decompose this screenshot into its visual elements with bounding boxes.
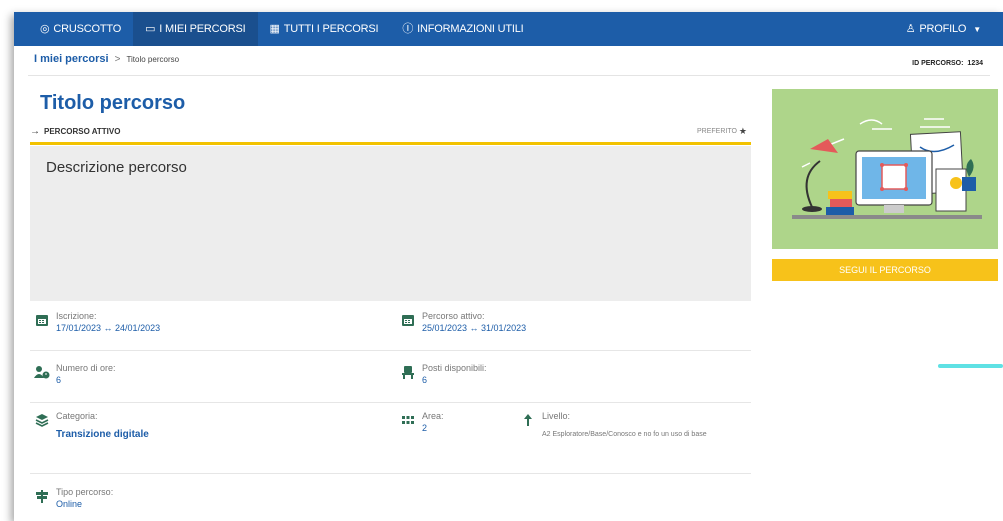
posti-label: Posti disponibili:: [422, 363, 487, 373]
field-categoria: Categoria: Transizione digitale: [34, 410, 149, 441]
nav-miei-percorsi[interactable]: ▭ I MIEI PERCORSI: [133, 12, 258, 46]
user-icon: ♙: [905, 22, 916, 35]
scroll-indicator: [938, 364, 1003, 368]
status-label: PERCORSO ATTIVO: [44, 127, 121, 136]
id-percorso-value: 1234: [967, 60, 983, 67]
nav-tutti-percorsi-label: TUTTI I PERCORSI: [283, 23, 379, 35]
info-icon: ⓘ: [402, 22, 414, 35]
numero-ore-label: Numero di ore:: [56, 363, 116, 373]
dashboard-icon: ◎: [40, 22, 50, 35]
favorite-label: PREFERITO: [696, 128, 737, 135]
livello-label: Livello:: [542, 411, 571, 421]
nav-cruscotto[interactable]: ◎ CRUSCOTTO: [14, 12, 133, 46]
monitor-icon: ▭: [145, 22, 156, 35]
level-arrow-icon: [520, 412, 536, 428]
categoria-label: Categoria:: [56, 411, 98, 421]
signpost-icon: [34, 488, 50, 504]
people-clock-icon: [34, 364, 50, 380]
status-row: → PERCORSO ATTIVO PREFERITO ★: [30, 121, 751, 145]
course-illustration: [772, 89, 998, 249]
arrow-right-icon: →: [30, 126, 40, 137]
nav-miei-percorsi-label: I MIEI PERCORSI: [159, 23, 246, 35]
description-box: Descrizione percorso: [30, 146, 751, 301]
field-numero-ore: Numero di ore: 6: [34, 362, 116, 387]
status-badge: → PERCORSO ATTIVO: [30, 126, 120, 137]
nav-tutti-percorsi[interactable]: ▦ TUTTI I PERCORSI: [258, 12, 391, 46]
nav-informazioni-utili[interactable]: ⓘ INFORMAZIONI UTILI: [390, 12, 535, 46]
divider: [28, 75, 990, 76]
field-tipo-percorso: Tipo percorso: Online: [34, 486, 113, 511]
calendar-icon: [34, 312, 50, 328]
top-nav: ◎ CRUSCOTTO ▭ I MIEI PERCORSI ▦ TUTTI I …: [14, 12, 1003, 46]
posti-value: 6: [422, 375, 428, 385]
desk-illustration-icon: [792, 118, 982, 219]
numero-ore-value: 6: [56, 375, 62, 385]
row-divider: [30, 350, 751, 351]
field-area: Area: 2: [400, 410, 444, 435]
area-label: Area:: [422, 411, 444, 421]
nav-informazioni-utili-label: INFORMAZIONI UTILI: [417, 23, 524, 35]
categoria-value: Transizione digitale: [56, 429, 149, 440]
page-title: Titolo percorso: [40, 92, 186, 114]
row-divider: [30, 402, 751, 403]
profile-label: PROFILO: [919, 23, 967, 35]
star-icon: ★: [738, 126, 747, 136]
breadcrumb-current: Titolo percorso: [126, 55, 180, 64]
iscrizione-label: Iscrizione:: [56, 311, 97, 321]
row-divider: [30, 473, 751, 474]
seat-icon: [400, 364, 416, 380]
id-percorso-label: ID PERCORSO:: [912, 60, 964, 67]
breadcrumb: I miei percorsi > Titolo percorso: [34, 53, 179, 65]
field-livello: Livello: A2 Esploratore/Base/Conosco e n…: [520, 410, 732, 440]
field-posti: Posti disponibili: 6: [400, 362, 487, 387]
breadcrumb-link-miei-percorsi[interactable]: I miei percorsi: [34, 53, 109, 65]
apps-icon: [400, 412, 416, 428]
favorite-toggle[interactable]: PREFERITO ★: [697, 126, 751, 137]
field-iscrizione: Iscrizione: 17/01/2023 ↔ 24/01/2023: [34, 310, 160, 335]
id-percorso: ID PERCORSO: 1234: [912, 60, 983, 67]
iscrizione-value: 17/01/2023 ↔ 24/01/2023: [56, 323, 161, 333]
page-frame: ◎ CRUSCOTTO ▭ I MIEI PERCORSI ▦ TUTTI I …: [14, 12, 1003, 521]
tipo-label: Tipo percorso:: [56, 487, 114, 497]
tipo-value: Online: [56, 499, 83, 509]
calendar-icon: [400, 312, 416, 328]
field-percorso-attivo: Percorso attivo: 25/01/2023 ↔ 31/01/2023: [400, 310, 526, 335]
area-value: 2: [422, 423, 428, 433]
percorso-attivo-label: Percorso attivo:: [422, 311, 485, 321]
livello-value: A2 Esploratore/Base/Conosco e no fo un u…: [542, 431, 707, 438]
nav-cruscotto-label: CRUSCOTTO: [53, 23, 122, 35]
profile-menu[interactable]: ♙ PROFILO ▼: [894, 12, 1003, 46]
grid-icon: ▦: [269, 22, 280, 35]
follow-course-button[interactable]: SEGUI IL PERCORSO: [772, 259, 998, 281]
description-text: Descrizione percorso: [46, 159, 187, 176]
percorso-attivo-value: 25/01/2023 ↔ 31/01/2023: [422, 323, 527, 333]
chevron-down-icon: ▼: [973, 24, 981, 34]
layers-icon: [34, 412, 50, 428]
breadcrumb-separator: >: [114, 54, 121, 65]
